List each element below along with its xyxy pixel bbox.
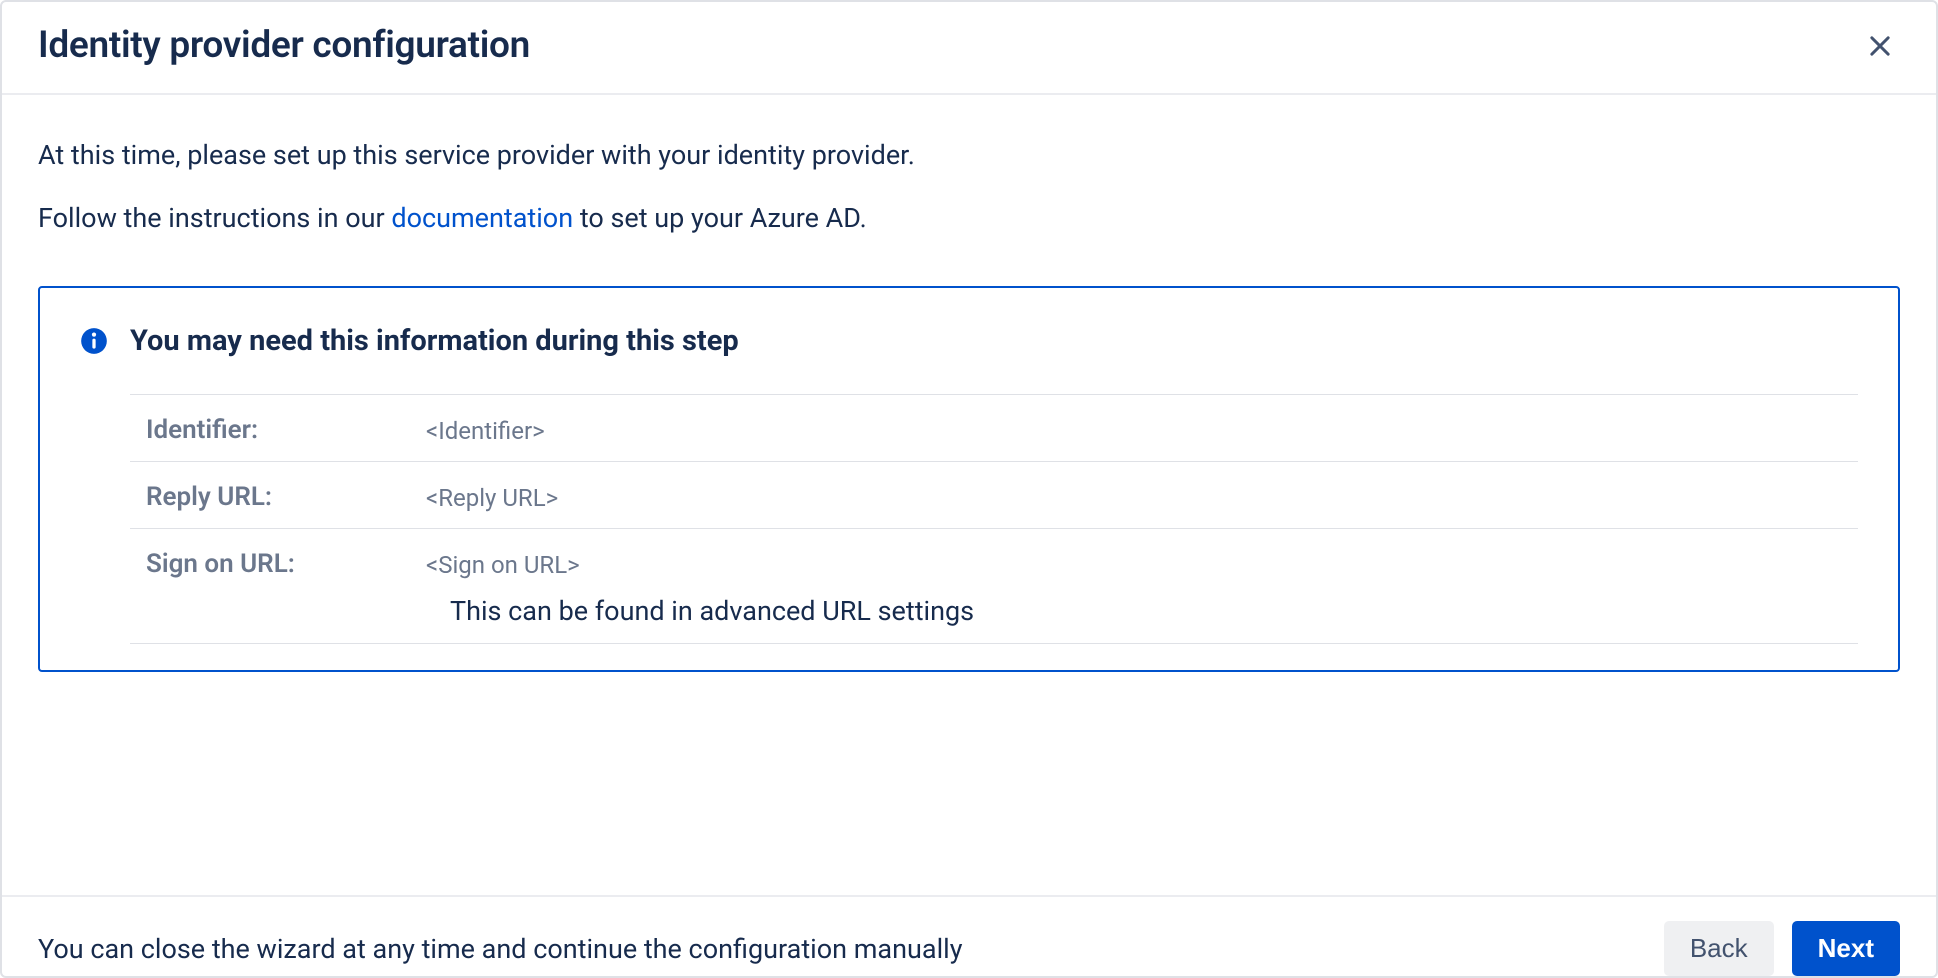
dialog-body: At this time, please set up this service… (2, 95, 1936, 895)
reply-url-value: <Reply URL> (426, 478, 558, 512)
intro-text-2: Follow the instructions in our documenta… (38, 198, 1900, 239)
close-icon (1866, 32, 1894, 60)
table-row: Reply URL: <Reply URL> (130, 462, 1858, 529)
info-panel-header: You may need this information during thi… (80, 324, 1858, 358)
sign-on-url-value-wrap: <Sign on URL> This can be found in advan… (426, 545, 974, 627)
identity-provider-dialog: Identity provider configuration At this … (0, 0, 1938, 978)
identifier-value: <Identifier> (426, 411, 545, 445)
info-panel-title: You may need this information during thi… (130, 324, 739, 358)
dialog-footer: You can close the wizard at any time and… (2, 895, 1936, 976)
intro-text-1: At this time, please set up this service… (38, 135, 1900, 176)
info-icon (80, 327, 108, 355)
info-table: Identifier: <Identifier> Reply URL: <Rep… (130, 394, 1858, 644)
footer-buttons: Back Next (1664, 921, 1900, 976)
sign-on-url-label: Sign on URL: (146, 545, 426, 579)
close-button[interactable] (1860, 26, 1900, 66)
table-row: Sign on URL: <Sign on URL> This can be f… (130, 529, 1858, 644)
footer-hint: You can close the wizard at any time and… (38, 933, 962, 965)
identifier-label: Identifier: (146, 411, 426, 445)
next-button[interactable]: Next (1792, 921, 1900, 976)
intro-text-2-suffix: to set up your Azure AD. (573, 202, 867, 234)
back-button[interactable]: Back (1664, 921, 1774, 976)
documentation-link[interactable]: documentation (391, 202, 573, 234)
sign-on-url-note: This can be found in advanced URL settin… (450, 595, 974, 627)
reply-url-label: Reply URL: (146, 478, 426, 512)
intro-text-2-prefix: Follow the instructions in our (38, 202, 391, 234)
dialog-header: Identity provider configuration (2, 2, 1936, 95)
sign-on-url-value: <Sign on URL> (426, 545, 974, 579)
dialog-title: Identity provider configuration (38, 24, 530, 67)
table-row: Identifier: <Identifier> (130, 395, 1858, 462)
info-panel: You may need this information during thi… (38, 286, 1900, 672)
